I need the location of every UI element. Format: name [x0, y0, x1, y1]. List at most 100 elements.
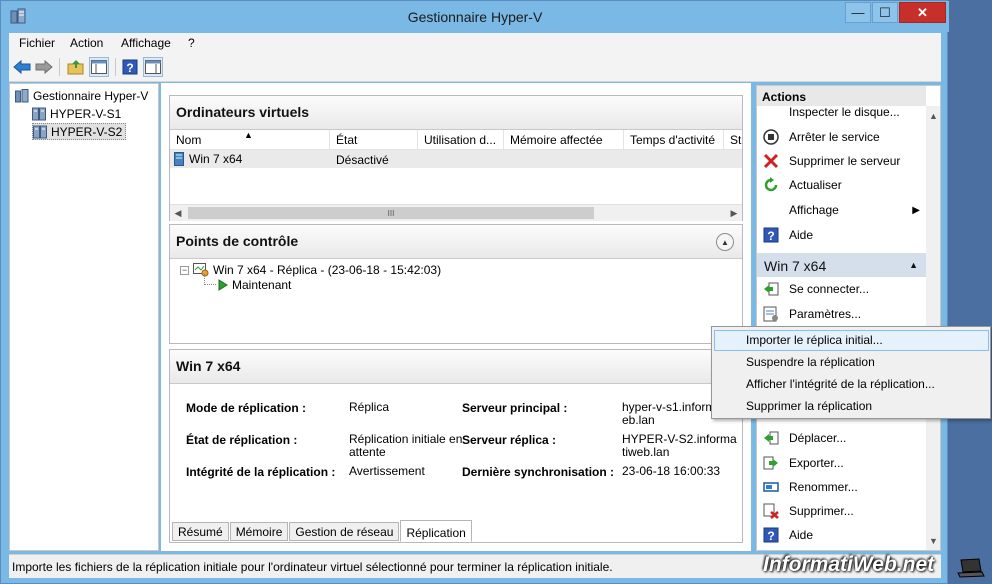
menu-fichier[interactable]: Fichier — [19, 36, 55, 50]
console-tree-icon[interactable] — [89, 57, 109, 77]
panel-title: Win 7 x64 — [170, 350, 742, 384]
back-icon[interactable] — [12, 57, 32, 77]
replication-health-label: Intégrité de la réplication : — [186, 465, 336, 479]
watermark-text: InformatiWeb.net — [763, 553, 935, 576]
laptop-icon — [957, 558, 985, 578]
replica-server-value: HYPER-V-S2.informa tiweb.lan — [622, 432, 737, 459]
column-header-status[interactable]: St — [724, 130, 742, 149]
server-icon — [33, 125, 47, 138]
tab-replication[interactable]: Réplication — [400, 520, 472, 542]
details-tabs: Résumé Mémoire Gestion de réseau Réplica… — [172, 520, 473, 542]
action-help-server[interactable]: ? Aide — [757, 223, 926, 247]
replication-context-menu: Importer le réplica initial... Suspendre… — [711, 326, 991, 419]
menu-item-pause-replication[interactable]: Suspendre la réplication — [714, 352, 989, 373]
tree-server-hyper-v-s2[interactable]: HYPER-V-S2 — [32, 123, 127, 140]
maximize-button[interactable]: ☐ — [872, 2, 898, 23]
refresh-icon — [762, 176, 780, 194]
action-move[interactable]: Déplacer... — [757, 426, 926, 450]
tree-root-label: Gestionnaire Hyper-V — [33, 88, 149, 103]
tree-server-label: HYPER-V-S1 — [50, 106, 122, 121]
column-header-etat[interactable]: État — [330, 130, 418, 149]
up-folder-icon[interactable] — [66, 57, 86, 77]
column-header-uptime[interactable]: Temps d'activité — [624, 130, 724, 149]
menu-item-remove-replication[interactable]: Supprimer la réplication — [714, 396, 989, 417]
tree-root-hyper-v-manager[interactable]: Gestionnaire Hyper-V — [15, 87, 148, 104]
title-bar[interactable]: Gestionnaire Hyper-V — ☐ ✕ — [1, 1, 949, 32]
action-delete[interactable]: Supprimer... — [757, 499, 926, 523]
primary-server-label: Serveur principal : — [462, 401, 568, 415]
action-pane-icon[interactable] — [143, 57, 163, 77]
now-item[interactable]: Maintenant — [218, 278, 291, 292]
vm-details-panel: Win 7 x64 Mode de réplication : Réplica … — [169, 349, 743, 543]
menu-affichage[interactable]: Affichage — [121, 36, 171, 50]
replication-state-value: Réplication initiale en attente — [349, 432, 463, 459]
vm-state: Désactivé — [330, 150, 742, 168]
play-icon — [218, 279, 228, 291]
replication-health-value: Avertissement — [349, 464, 425, 478]
menu-item-view-replication-health[interactable]: Afficher l'intégrité de la réplication..… — [714, 374, 989, 395]
replica-server-label: Serveur réplica : — [462, 433, 557, 447]
scroll-up-icon[interactable]: ▲ — [926, 108, 940, 123]
forward-icon[interactable] — [34, 57, 54, 77]
tree-collapse-icon[interactable]: − — [180, 265, 189, 275]
tab-resume[interactable]: Résumé — [172, 522, 229, 541]
help-icon[interactable]: ? — [120, 57, 140, 77]
action-settings[interactable]: Paramètres... — [757, 302, 926, 326]
scroll-thumb[interactable]: III — [188, 207, 594, 219]
server-icon — [32, 107, 46, 120]
action-export[interactable]: Exporter... — [757, 451, 926, 475]
column-header-memory[interactable]: Mémoire affectée — [504, 130, 624, 149]
action-view[interactable]: Affichage ▶ — [757, 198, 926, 222]
vm-table-header: Nom ▲ État Utilisation d... Mémoire affec… — [170, 130, 742, 150]
collapse-arrow-icon[interactable]: ▲ — [909, 260, 918, 270]
menu-item-import-initial-replica[interactable]: Importer le réplica initial... — [714, 330, 989, 351]
scroll-left-icon[interactable]: ◀ — [170, 205, 186, 221]
replication-mode-value: Réplica — [349, 400, 390, 414]
action-remove-server[interactable]: Supprimer le serveur — [757, 149, 926, 173]
delete-vm-icon — [762, 502, 780, 520]
actions-group-vm[interactable]: Win 7 x64 ▲ — [757, 253, 926, 277]
action-help-vm[interactable]: ? Aide — [757, 523, 926, 547]
move-icon — [762, 429, 780, 447]
action-rename[interactable]: Renommer... — [757, 475, 926, 499]
tree-server-hyper-v-s1[interactable]: HYPER-V-S1 — [32, 105, 121, 122]
table-row[interactable]: Win 7 x64 Désactivé — [170, 150, 742, 168]
hyper-v-manager-window: Gestionnaire Hyper-V — ☐ ✕ Fichier Actio… — [0, 0, 949, 584]
center-pane: Ordinateurs virtuels Nom ▲ État Utilisati… — [161, 83, 751, 551]
checkpoint-label: Win 7 x64 - Réplica - (23-06-18 - 15:42:… — [213, 263, 442, 277]
replication-mode-label: Mode de réplication : — [186, 401, 307, 415]
toolbar: ? — [9, 53, 941, 82]
action-stop-service[interactable]: Arrêter le service — [757, 125, 926, 149]
menu-action[interactable]: Action — [70, 36, 103, 50]
panel-title: Ordinateurs virtuels — [170, 96, 742, 130]
settings-icon — [762, 305, 780, 323]
tab-gestion-reseau[interactable]: Gestion de réseau — [289, 522, 400, 541]
action-refresh[interactable]: Actualiser — [757, 173, 926, 197]
menu-help[interactable]: ? — [188, 36, 195, 50]
console-tree: Gestionnaire Hyper-V HYPER-V-S1 HYPER-V-… — [9, 83, 159, 551]
submenu-arrow-icon: ▶ — [912, 204, 920, 216]
close-button[interactable]: ✕ — [899, 2, 946, 23]
column-header-nom[interactable]: Nom ▲ — [170, 130, 330, 149]
svg-text:?: ? — [767, 229, 774, 243]
tab-memoire[interactable]: Mémoire — [229, 522, 289, 541]
action-connect[interactable]: Se connecter... — [757, 277, 926, 301]
svg-text:?: ? — [767, 529, 774, 543]
stop-icon — [762, 128, 780, 146]
column-header-cpu[interactable]: Utilisation d... — [418, 130, 504, 149]
last-sync-label: Dernière synchronisation : — [462, 465, 615, 479]
minimize-button[interactable]: — — [845, 2, 871, 23]
delete-icon — [762, 152, 780, 170]
export-icon — [762, 454, 780, 472]
tree-server-label: HYPER-V-S2 — [51, 124, 123, 139]
scroll-down-icon[interactable]: ▼ — [926, 533, 940, 548]
checkpoints-panel: Points de contrôle ▲ − Win 7 x64 - Répli… — [169, 224, 743, 344]
collapse-icon[interactable]: ▲ — [716, 233, 734, 251]
sort-ascending-icon: ▲ — [244, 130, 253, 140]
last-sync-value: 23-06-18 16:00:33 — [622, 464, 721, 478]
panel-title: Points de contrôle ▲ — [170, 225, 742, 259]
scroll-right-icon[interactable]: ▶ — [726, 205, 742, 221]
virtual-machines-panel: Ordinateurs virtuels Nom ▲ État Utilisati… — [169, 95, 743, 221]
checkpoint-item[interactable]: − Win 7 x64 - Réplica - (23-06-18 - 15:4… — [180, 263, 441, 277]
horizontal-scrollbar[interactable]: ◀ III ▶ — [170, 204, 742, 221]
